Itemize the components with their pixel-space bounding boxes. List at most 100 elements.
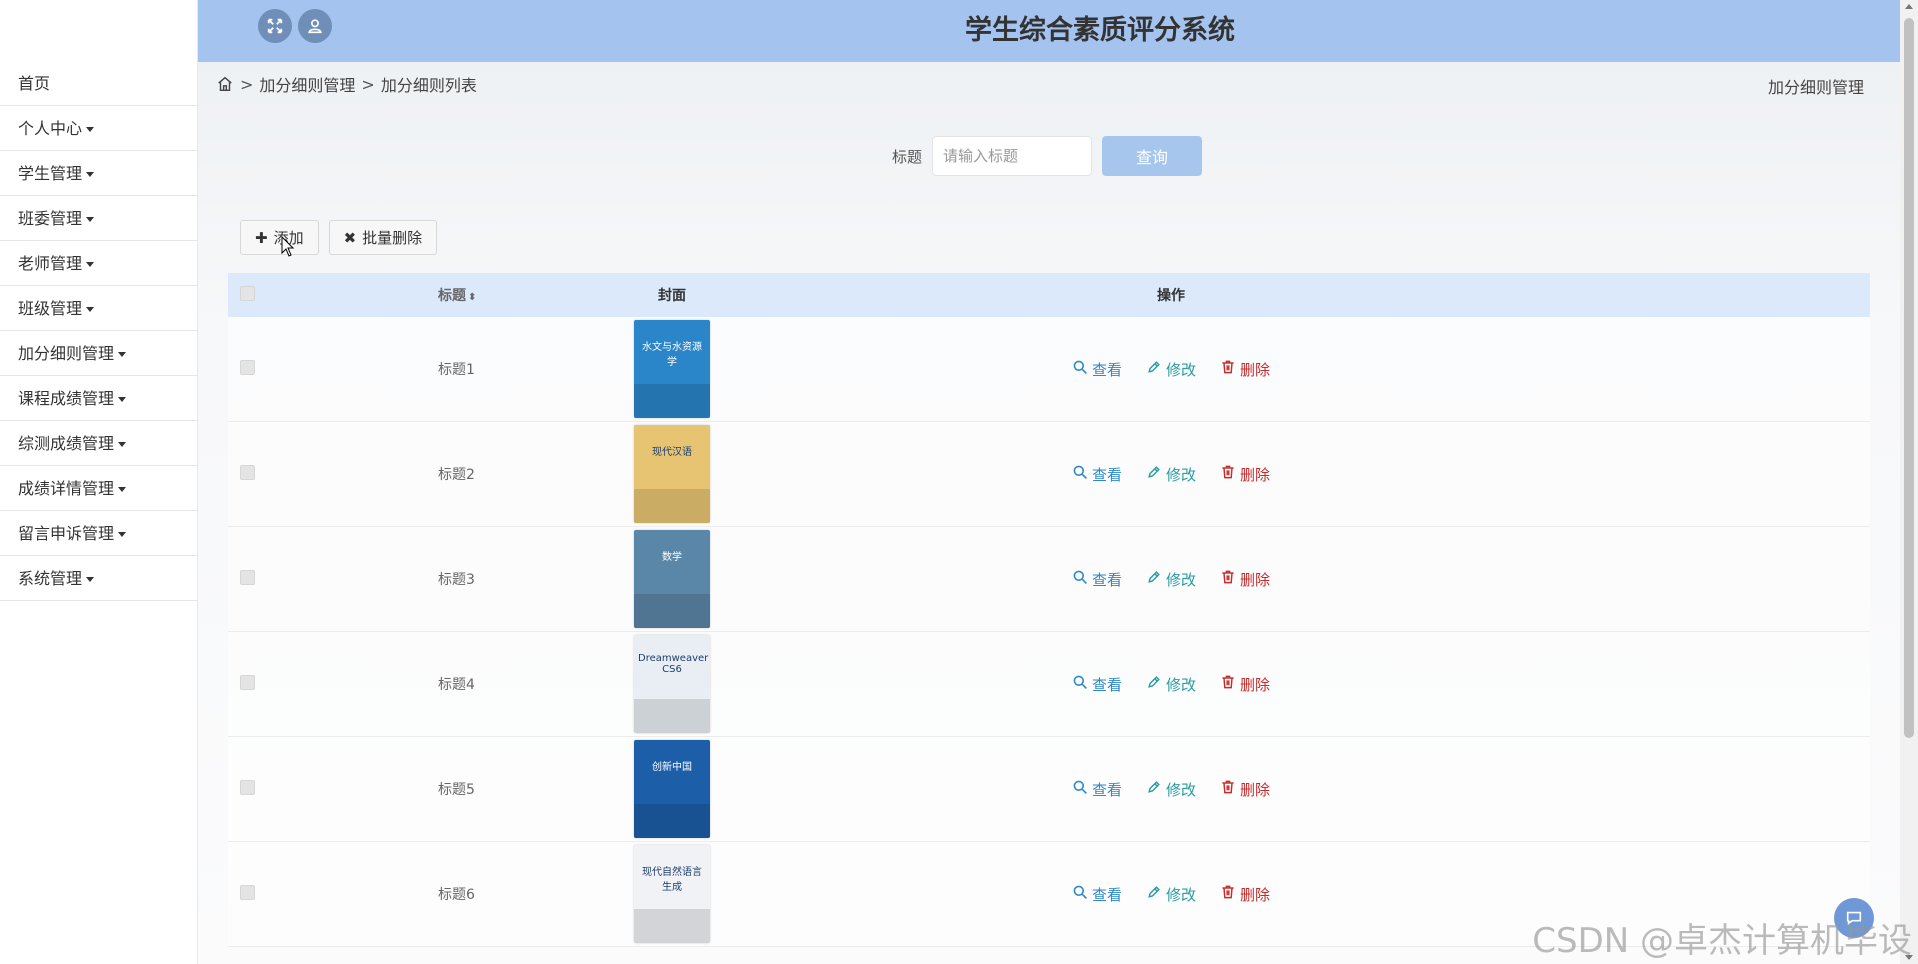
edit-button[interactable]: 修改 bbox=[1146, 779, 1196, 800]
table-row: 标题5 创新中国 查看 修改 删除 bbox=[228, 737, 1870, 842]
search-icon bbox=[1072, 464, 1092, 484]
caret-down-icon bbox=[118, 442, 127, 447]
action-bar: ✚ 添加 ✖ 批量删除 bbox=[240, 220, 447, 255]
row-title: 标题6 bbox=[438, 887, 475, 903]
sidebar-item[interactable]: 加分细则管理 bbox=[0, 331, 197, 376]
main-content: > 加分细则管理 > 加分细则列表 加分细则管理 标题 查询 ✚ 添加 ✖ 批量… bbox=[198, 62, 1900, 964]
caret-down-icon bbox=[118, 352, 127, 357]
trash-icon bbox=[1220, 359, 1240, 379]
page-title: 学生综合素质评分系统 bbox=[965, 15, 1235, 46]
trash-icon bbox=[1220, 464, 1240, 484]
table-row: 标题3 数学 查看 修改 删除 bbox=[228, 527, 1870, 632]
row-checkbox[interactable] bbox=[240, 884, 255, 900]
page-scrollbar[interactable] bbox=[1900, 0, 1918, 964]
breadcrumb-right-title: 加分细则管理 bbox=[1767, 78, 1864, 97]
data-table: 标题 ⬍ 封面 操作 标题1 水文与水资源学 查看 修改 删除 标题2 现代汉语 查看 修改 删除标… bbox=[228, 273, 1870, 947]
cover-image: 数学 bbox=[634, 530, 710, 628]
cover-image: 现代汉语 bbox=[634, 425, 710, 523]
edit-button[interactable]: 修改 bbox=[1146, 464, 1196, 485]
edit-button[interactable]: 修改 bbox=[1146, 674, 1196, 695]
pencil-icon bbox=[1146, 779, 1166, 799]
cover-image: 现代自然语言生成 bbox=[634, 845, 710, 943]
pencil-icon bbox=[1146, 884, 1166, 904]
home-icon[interactable] bbox=[216, 75, 234, 93]
edit-button[interactable]: 修改 bbox=[1146, 884, 1196, 905]
search-icon bbox=[1072, 359, 1092, 379]
sidebar-item[interactable]: 老师管理 bbox=[0, 241, 197, 286]
edit-button[interactable]: 修改 bbox=[1146, 359, 1196, 380]
view-button[interactable]: 查看 bbox=[1072, 779, 1122, 800]
table-header: 标题 ⬍ 封面 操作 bbox=[228, 273, 1870, 317]
add-button[interactable]: ✚ 添加 bbox=[240, 220, 319, 255]
edit-button[interactable]: 修改 bbox=[1146, 569, 1196, 590]
batch-delete-button[interactable]: ✖ 批量删除 bbox=[328, 220, 438, 255]
trash-icon bbox=[1220, 674, 1240, 694]
delete-button[interactable]: 删除 bbox=[1220, 674, 1270, 695]
select-all-checkbox[interactable] bbox=[240, 285, 255, 301]
row-title: 标题1 bbox=[438, 362, 475, 378]
view-button[interactable]: 查看 bbox=[1072, 884, 1122, 905]
table-row: 标题2 现代汉语 查看 修改 删除 bbox=[228, 422, 1870, 527]
delete-button[interactable]: 删除 bbox=[1220, 359, 1270, 380]
view-button[interactable]: 查看 bbox=[1072, 464, 1122, 485]
trash-icon bbox=[1220, 779, 1240, 799]
sidebar: 首页 个人中心 学生管理 班委管理 老师管理 班级管理 加分细则管理 课程成绩管理 综测成绩管理… bbox=[0, 0, 198, 964]
delete-button[interactable]: 删除 bbox=[1220, 779, 1270, 800]
delete-button[interactable]: 删除 bbox=[1220, 569, 1270, 590]
search-icon bbox=[1072, 569, 1092, 589]
column-header-cover: 封面 bbox=[658, 288, 686, 304]
delete-button[interactable]: 删除 bbox=[1220, 464, 1270, 485]
sort-icon: ⬍ bbox=[468, 292, 477, 303]
scroll-up-icon[interactable] bbox=[1905, 4, 1913, 9]
table-row: 标题1 水文与水资源学 查看 修改 删除 bbox=[228, 317, 1870, 422]
sidebar-item[interactable]: 个人中心 bbox=[0, 106, 197, 151]
caret-down-icon bbox=[86, 307, 95, 312]
breadcrumb: > 加分细则管理 > 加分细则列表 bbox=[216, 72, 477, 96]
pencil-icon bbox=[1146, 674, 1166, 694]
breadcrumb-item[interactable]: 加分细则管理 bbox=[259, 72, 355, 96]
delete-button[interactable]: 删除 bbox=[1220, 884, 1270, 905]
scroll-thumb[interactable] bbox=[1904, 18, 1914, 738]
caret-down-icon bbox=[118, 532, 127, 537]
row-checkbox[interactable] bbox=[240, 779, 255, 795]
pencil-icon bbox=[1146, 569, 1166, 589]
caret-down-icon bbox=[118, 397, 127, 402]
view-button[interactable]: 查看 bbox=[1072, 359, 1122, 380]
caret-down-icon bbox=[86, 127, 95, 132]
sidebar-item[interactable]: 综测成绩管理 bbox=[0, 421, 197, 466]
view-button[interactable]: 查看 bbox=[1072, 674, 1122, 695]
row-title: 标题2 bbox=[438, 467, 475, 483]
cover-image: 创新中国 bbox=[634, 740, 710, 838]
cover-image: 水文与水资源学 bbox=[634, 320, 710, 418]
sidebar-item[interactable]: 课程成绩管理 bbox=[0, 376, 197, 421]
row-title: 标题3 bbox=[438, 572, 475, 588]
breadcrumb-item: 加分细则列表 bbox=[380, 76, 477, 95]
row-title: 标题5 bbox=[438, 782, 475, 798]
column-header-ops: 操作 bbox=[1157, 288, 1185, 304]
sidebar-item[interactable]: 成绩详情管理 bbox=[0, 466, 197, 511]
sidebar-item[interactable]: 系统管理 bbox=[0, 556, 197, 601]
sidebar-item[interactable]: 留言申诉管理 bbox=[0, 511, 197, 556]
row-checkbox[interactable] bbox=[240, 569, 255, 585]
search-bar: 标题 查询 bbox=[892, 136, 1203, 176]
row-checkbox[interactable] bbox=[240, 674, 255, 690]
sidebar-item[interactable]: 学生管理 bbox=[0, 151, 197, 196]
search-button[interactable]: 查询 bbox=[1102, 136, 1203, 176]
sidebar-item[interactable]: 班级管理 bbox=[0, 286, 197, 331]
row-checkbox[interactable] bbox=[240, 464, 255, 480]
trash-icon bbox=[1220, 884, 1240, 904]
search-input[interactable] bbox=[932, 136, 1093, 176]
sidebar-item[interactable]: 班委管理 bbox=[0, 196, 197, 241]
caret-down-icon bbox=[86, 262, 95, 267]
column-header-title[interactable]: 标题 ⬍ bbox=[368, 285, 592, 305]
view-button[interactable]: 查看 bbox=[1072, 569, 1122, 590]
trash-icon bbox=[1220, 569, 1240, 589]
caret-down-icon bbox=[86, 577, 95, 582]
watermark: CSDN @卓杰计算机毕设 bbox=[1532, 921, 1912, 961]
pencil-icon bbox=[1146, 359, 1166, 379]
mouse-cursor bbox=[281, 235, 295, 258]
search-icon bbox=[1072, 779, 1092, 799]
sidebar-item[interactable]: 首页 bbox=[0, 61, 197, 106]
plus-icon: ✚ bbox=[255, 228, 268, 247]
row-checkbox[interactable] bbox=[240, 359, 255, 375]
